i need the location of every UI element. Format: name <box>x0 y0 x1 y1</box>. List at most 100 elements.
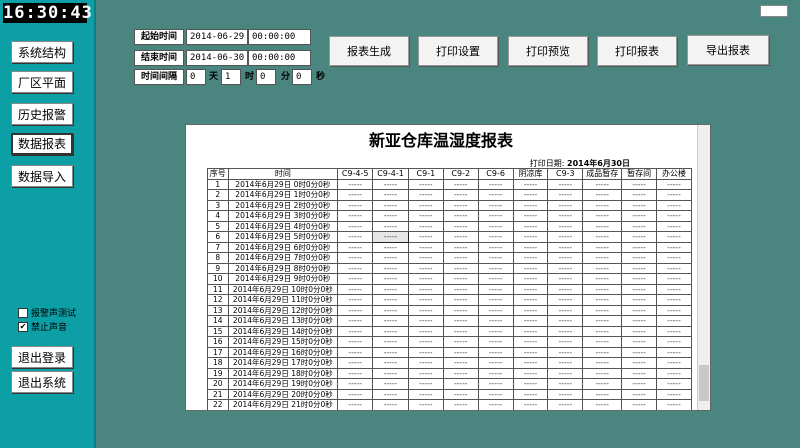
value-cell[interactable]: ----- <box>621 346 658 358</box>
value-cell[interactable]: ----- <box>512 304 549 316</box>
value-cell[interactable]: ----- <box>477 252 514 264</box>
print-preview-button[interactable]: 打印预览 <box>508 36 588 66</box>
table-row[interactable]: 10 2014年6月29日 9时0分0秒 ----- ----- ----- ----- -… <box>207 273 692 285</box>
value-cell[interactable]: ----- <box>656 294 692 306</box>
table-row[interactable]: 22 2014年6月29日 21时0分0秒 ----- ----- ----- -----… <box>207 399 692 410</box>
mute-sound-checkbox[interactable]: ✔ 禁止声音 <box>18 320 67 333</box>
value-cell[interactable]: ----- <box>337 388 374 400</box>
table-row[interactable]: 2 2014年6月29日 1时0分0秒 ----- ----- ----- ----- --… <box>207 189 692 201</box>
value-cell[interactable]: ----- <box>512 294 549 306</box>
value-cell[interactable]: ----- <box>582 241 623 253</box>
value-cell[interactable]: ----- <box>582 378 623 390</box>
value-cell[interactable]: ----- <box>621 262 658 274</box>
nav-data-import-button[interactable]: 数据导入 <box>11 165 73 187</box>
value-cell[interactable]: ----- <box>621 367 658 379</box>
value-cell[interactable]: ----- <box>442 231 479 243</box>
checkbox-box[interactable] <box>18 307 28 318</box>
nav-data-report-button[interactable]: 数据报表 <box>11 133 73 155</box>
table-row[interactable]: 5 2014年6月29日 4时0分0秒 ----- ----- ----- ----- --… <box>207 220 692 232</box>
value-cell[interactable]: ----- <box>621 294 658 306</box>
value-cell[interactable]: ----- <box>656 210 692 222</box>
value-cell[interactable]: ----- <box>477 231 514 243</box>
value-cell[interactable]: ----- <box>407 231 444 243</box>
print-report-button[interactable]: 打印报表 <box>597 36 677 66</box>
value-cell[interactable]: ----- <box>547 283 584 295</box>
value-cell[interactable]: ----- <box>656 178 692 190</box>
value-cell[interactable]: ----- <box>337 241 374 253</box>
value-cell[interactable]: ----- <box>477 210 514 222</box>
value-cell[interactable]: ----- <box>337 231 374 243</box>
value-cell[interactable]: ----- <box>372 178 409 190</box>
export-report-button[interactable]: 导出报表 <box>687 35 769 65</box>
value-cell[interactable]: ----- <box>337 346 374 358</box>
value-cell[interactable]: ----- <box>512 388 549 400</box>
value-cell[interactable]: ----- <box>512 231 549 243</box>
value-cell[interactable]: ----- <box>547 252 584 264</box>
value-cell[interactable]: ----- <box>547 378 584 390</box>
value-cell[interactable]: ----- <box>512 378 549 390</box>
checkbox-box[interactable]: ✔ <box>18 321 28 332</box>
value-cell[interactable]: ----- <box>621 399 658 410</box>
value-cell[interactable]: ----- <box>582 210 623 222</box>
value-cell[interactable]: ----- <box>512 283 549 295</box>
value-cell[interactable]: ----- <box>656 231 692 243</box>
value-cell[interactable]: ----- <box>582 199 623 211</box>
value-cell[interactable]: ----- <box>512 357 549 369</box>
value-cell[interactable]: ----- <box>621 304 658 316</box>
value-cell[interactable]: ----- <box>621 178 658 190</box>
value-cell[interactable]: ----- <box>337 199 374 211</box>
alarm-sound-test-checkbox[interactable]: 报警声测试 <box>18 306 76 319</box>
value-cell[interactable]: ----- <box>407 378 444 390</box>
table-row[interactable]: 1 2014年6月29日 0时0分0秒 ----- ----- ----- ----- --… <box>207 178 692 190</box>
table-row[interactable]: 9 2014年6月29日 8时0分0秒 ----- ----- ----- ----- --… <box>207 262 692 274</box>
value-cell[interactable]: ----- <box>547 357 584 369</box>
value-cell[interactable]: ----- <box>547 399 584 410</box>
table-row[interactable]: 11 2014年6月29日 10时0分0秒 ----- ----- ----- -----… <box>207 283 692 295</box>
value-cell[interactable]: ----- <box>582 315 623 327</box>
value-cell[interactable]: ----- <box>442 367 479 379</box>
value-cell[interactable]: ----- <box>621 199 658 211</box>
value-cell[interactable]: ----- <box>477 283 514 295</box>
value-cell[interactable]: ----- <box>582 399 623 410</box>
value-cell[interactable]: ----- <box>547 241 584 253</box>
value-cell[interactable]: ----- <box>477 378 514 390</box>
value-cell[interactable]: ----- <box>372 189 409 201</box>
value-cell[interactable]: ----- <box>372 252 409 264</box>
value-cell[interactable]: ----- <box>442 378 479 390</box>
value-cell[interactable]: ----- <box>656 220 692 232</box>
value-cell[interactable]: ----- <box>582 231 623 243</box>
interval-days-field[interactable]: 0 <box>186 69 206 85</box>
nav-history-alarm-button[interactable]: 历史报警 <box>11 103 73 125</box>
value-cell[interactable]: ----- <box>407 220 444 232</box>
value-cell[interactable]: ----- <box>582 325 623 337</box>
value-cell[interactable]: ----- <box>442 178 479 190</box>
nav-system-structure-button[interactable]: 系统结构 <box>11 41 73 63</box>
table-row[interactable]: 4 2014年6月29日 3时0分0秒 ----- ----- ----- ----- --… <box>207 210 692 222</box>
value-cell[interactable]: ----- <box>582 346 623 358</box>
value-cell[interactable]: ----- <box>477 399 514 410</box>
value-cell[interactable]: ----- <box>656 388 692 400</box>
value-cell[interactable]: ----- <box>442 210 479 222</box>
value-cell[interactable]: ----- <box>582 357 623 369</box>
value-cell[interactable]: ----- <box>372 294 409 306</box>
table-row[interactable]: 8 2014年6月29日 7时0分0秒 ----- ----- ----- ----- --… <box>207 252 692 264</box>
value-cell[interactable]: ----- <box>477 367 514 379</box>
value-cell[interactable]: ----- <box>477 304 514 316</box>
value-cell[interactable]: ----- <box>656 199 692 211</box>
value-cell[interactable]: ----- <box>621 325 658 337</box>
value-cell[interactable]: ----- <box>512 346 549 358</box>
window-control[interactable] <box>760 5 788 17</box>
value-cell[interactable]: ----- <box>656 189 692 201</box>
value-cell[interactable]: ----- <box>477 262 514 274</box>
table-row[interactable]: 6 2014年6月29日 5时0分0秒 ----- ----- ----- ----- --… <box>207 231 692 243</box>
value-cell[interactable]: ----- <box>512 252 549 264</box>
value-cell[interactable]: ----- <box>547 388 584 400</box>
value-cell[interactable]: ----- <box>337 378 374 390</box>
value-cell[interactable]: ----- <box>442 262 479 274</box>
value-cell[interactable]: ----- <box>337 294 374 306</box>
value-cell[interactable]: ----- <box>407 399 444 410</box>
start-date-field[interactable]: 2014-06-29 <box>186 29 248 45</box>
value-cell[interactable]: ----- <box>407 283 444 295</box>
value-cell[interactable]: ----- <box>372 399 409 410</box>
value-cell[interactable]: ----- <box>656 357 692 369</box>
